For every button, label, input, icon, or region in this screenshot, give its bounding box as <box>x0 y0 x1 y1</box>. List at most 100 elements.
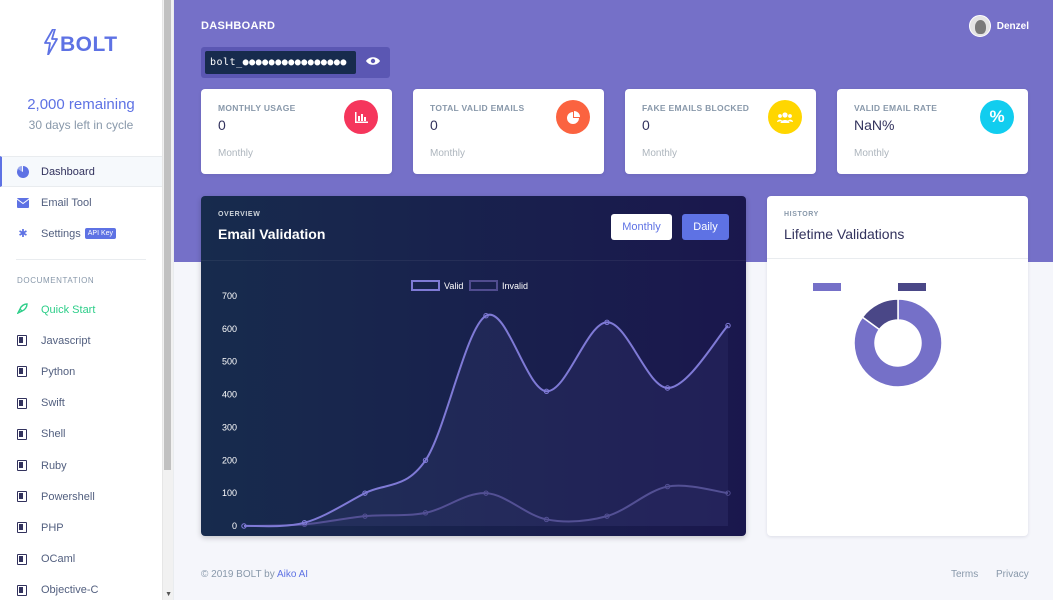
envelope-icon <box>17 197 29 209</box>
sidebar-scrollbar-thumb[interactable] <box>164 0 171 470</box>
docs-item-label: Quick Start <box>41 303 96 316</box>
sidebar-item-settings[interactable]: ✱ Settings API Key <box>0 218 162 249</box>
docs-item-php[interactable]: PHP <box>0 512 162 543</box>
docs-item-label: OCaml <box>41 553 76 566</box>
docs-item-objective-c[interactable]: Objective-C <box>0 575 162 600</box>
remaining-count: 2,000 remaining <box>27 96 135 113</box>
api-key-badge[interactable]: API Key <box>84 228 117 239</box>
stat-value: 0 <box>642 117 650 133</box>
percent-icon: % <box>980 100 1014 134</box>
docs-item-powershell[interactable]: Powershell <box>0 481 162 512</box>
stat-label: MONTHLY USAGE <box>218 103 296 113</box>
sidebar-item-label: Dashboard <box>41 165 95 178</box>
docs-item-shell[interactable]: Shell <box>0 419 162 450</box>
docs-item-ocaml[interactable]: OCaml <box>0 544 162 575</box>
stat-card-total-valid-emails: TOTAL VALID EMAILS 0 Monthly <box>413 89 604 174</box>
scroll-down-arrow-icon[interactable]: ▼ <box>165 591 172 598</box>
terms-link[interactable]: Terms <box>951 569 978 580</box>
stat-card-monthly-usage: MONTHLY USAGE 0 Monthly <box>201 89 392 174</box>
pie-chart-icon <box>17 165 29 178</box>
gear-icon: ✱ <box>18 228 28 240</box>
docs-item-quick-start[interactable]: Quick Start <box>0 294 162 325</box>
rocket-icon <box>16 302 29 317</box>
cycle-days: 30 days left in cycle <box>28 118 134 132</box>
legend-swatch-valid <box>411 280 440 291</box>
book-icon <box>17 522 27 534</box>
y-tick-label: 600 <box>222 324 237 334</box>
stat-value: 0 <box>218 117 226 133</box>
y-tick-label: 400 <box>222 390 237 400</box>
stat-value: 0 <box>430 117 438 133</box>
sidebar: BOLT 2,000 remaining 30 days left in cyc… <box>0 0 174 600</box>
docs-item-label: Objective-C <box>41 584 99 597</box>
logo[interactable]: BOLT <box>44 28 118 60</box>
y-tick-label: 100 <box>222 488 237 498</box>
y-tick-label: 700 <box>222 291 237 301</box>
book-icon <box>17 460 27 472</box>
sidebar-item-label: Settings <box>41 227 81 240</box>
y-tick-label: 300 <box>222 422 237 432</box>
y-tick-label: 500 <box>222 357 237 367</box>
docs-heading: DOCUMENTATION <box>17 276 95 285</box>
docs-item-label: Powershell <box>41 490 95 503</box>
sidebar-divider <box>16 259 146 260</box>
docs-item-swift[interactable]: Swift <box>0 388 162 419</box>
email-validation-card: OVERVIEW Email Validation Monthly Daily … <box>201 196 746 536</box>
legend-label: Valid <box>444 281 463 291</box>
stat-value: NaN% <box>854 117 895 133</box>
book-icon <box>17 366 27 378</box>
avatar[interactable] <box>968 15 991 37</box>
docs-item-python[interactable]: Python <box>0 356 162 387</box>
stat-card-valid-email-rate: VALID EMAIL RATE NaN% Monthly % <box>837 89 1028 174</box>
series-area-valid <box>244 314 728 527</box>
bar-chart-icon <box>344 100 378 134</box>
user-name[interactable]: Denzel <box>997 21 1029 32</box>
footer-copyright: © 2019 BOLT by Aiko AI <box>201 569 308 580</box>
stat-period: Monthly <box>854 148 890 159</box>
stat-card-fake-emails-blocked: FAKE EMAILS BLOCKED 0 Monthly <box>625 89 816 174</box>
sidebar-item-email-tool[interactable]: Email Tool <box>0 187 162 218</box>
book-icon <box>17 397 27 409</box>
user-menu[interactable]: Denzel <box>968 15 1029 37</box>
book-icon <box>17 491 27 503</box>
docs-item-label: Swift <box>41 397 65 410</box>
sidebar-nav: Dashboard Email Tool ✱ Settings API Key … <box>0 156 162 600</box>
docs-item-ruby[interactable]: Ruby <box>0 450 162 481</box>
docs-item-label: Ruby <box>41 459 67 472</box>
copyright-text: © 2019 BOLT by <box>201 569 277 580</box>
book-icon <box>17 428 27 440</box>
email-validation-line-chart: 0 100 200 300 400 500 600 700 Valid Invalid <box>222 280 731 531</box>
pie-chart-icon <box>556 100 590 134</box>
logo-text: BOLT <box>60 32 118 56</box>
stat-period: Monthly <box>430 148 466 159</box>
api-key-box: bolt_●●●●●●●●●●●●●●●● <box>201 47 390 78</box>
lifetime-validations-card: HISTORY Lifetime Validations <box>767 196 1028 536</box>
sidebar-item-dashboard[interactable]: Dashboard <box>0 156 162 187</box>
docs-item-label: Shell <box>41 428 66 441</box>
stat-period: Monthly <box>642 148 678 159</box>
eye-icon[interactable] <box>366 55 380 69</box>
sidebar-scrollbar[interactable]: ▼ <box>162 0 173 600</box>
sidebar-item-label: Email Tool <box>41 196 92 209</box>
y-tick-label: 0 <box>232 521 237 531</box>
stat-label: VALID EMAIL RATE <box>854 103 938 113</box>
legend-label: Invalid <box>502 281 528 291</box>
book-icon <box>17 335 27 347</box>
users-icon <box>768 100 802 134</box>
docs-item-javascript[interactable]: Javascript <box>0 325 162 356</box>
stat-period: Monthly <box>218 148 254 159</box>
page-title: DASHBOARD <box>201 20 276 32</box>
docs-item-label: Python <box>41 365 76 378</box>
book-icon <box>17 553 27 565</box>
lifetime-validations-donut-chart <box>853 298 943 388</box>
y-tick-label: 200 <box>222 455 237 465</box>
bolt-logo-icon <box>44 28 58 60</box>
book-icon <box>17 584 27 596</box>
docs-item-label: Javascript <box>41 334 91 347</box>
brand-link[interactable]: Aiko AI <box>277 569 308 580</box>
docs-item-label: PHP <box>41 521 64 534</box>
stat-label: FAKE EMAILS BLOCKED <box>642 103 750 113</box>
privacy-link[interactable]: Privacy <box>996 569 1029 580</box>
api-key-field[interactable]: bolt_●●●●●●●●●●●●●●●● <box>205 51 356 74</box>
legend-swatch-invalid <box>469 280 498 291</box>
